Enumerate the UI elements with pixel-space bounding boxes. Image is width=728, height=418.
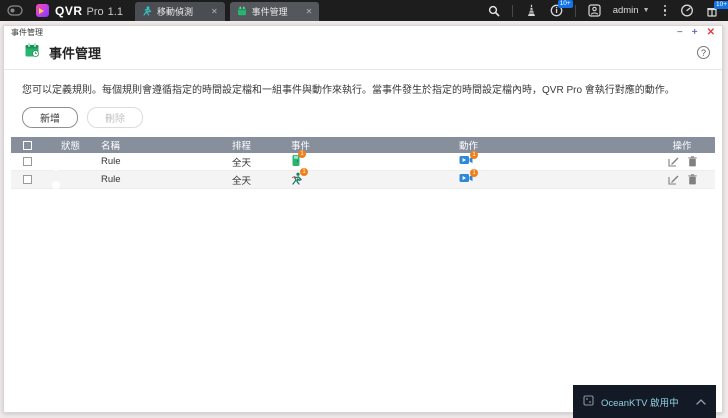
window-title: 事件管理 (11, 28, 43, 37)
motion-event-icon[interactable]: 1 (291, 167, 308, 185)
motion-detection-icon (142, 5, 152, 18)
event-management-window: 事件管理 − + ✕ 事件管理 ? 您可以定義規則。每個規則會遵循指定的時間設定… (3, 25, 723, 413)
backup-station-icon[interactable] (525, 4, 538, 17)
whats-new-badge: 10+ (714, 0, 728, 9)
close-button[interactable]: ✕ (707, 27, 715, 38)
topbar-divider (511, 4, 513, 17)
main-menu-icon[interactable] (7, 5, 23, 16)
column-header-action: 動作 (459, 141, 479, 152)
table-header-row: 狀態 名稱 排程 事件 動作 操作 (11, 137, 715, 153)
event-management-icon (24, 42, 40, 63)
rule-name: Rule (101, 174, 121, 185)
chevron-down-icon: ▼ (642, 7, 650, 14)
resource-monitor-icon[interactable] (680, 4, 694, 17)
rule-schedule: 全天 (232, 157, 252, 169)
event-count-badge: 1 (300, 167, 308, 176)
user-name-label: admin (612, 5, 639, 16)
action-count-badge: 1 (470, 151, 478, 159)
rule-name: Rule (101, 156, 121, 167)
app-tabs: 移動偵測 ✕ 事件管理 ✕ (134, 2, 320, 21)
row-checkbox[interactable] (23, 175, 32, 184)
oceanktv-status-label: OceanKTV 啟用中 (601, 397, 679, 409)
tab-close-icon[interactable]: ✕ (306, 7, 313, 16)
door-event-icon[interactable]: 1 (291, 149, 306, 167)
user-menu[interactable]: admin ▼ (613, 5, 650, 16)
chevron-up-icon[interactable] (696, 398, 706, 405)
column-header-schedule: 排程 (232, 141, 252, 152)
column-header-event: 事件 (291, 141, 311, 152)
delete-icon[interactable] (687, 156, 697, 167)
help-icon[interactable]: ? (697, 46, 710, 59)
tab-motion-detection[interactable]: 移動偵測 ✕ (134, 2, 225, 21)
topbar-divider (574, 4, 576, 17)
edit-icon[interactable] (667, 156, 679, 167)
event-management-icon (237, 6, 247, 18)
user-icon[interactable] (588, 4, 601, 17)
recording-action-icon[interactable]: 1 (459, 169, 478, 183)
header-divider (4, 69, 722, 70)
tab-event-management[interactable]: 事件管理 ✕ (229, 2, 320, 21)
toolbar: 新增 刪除 (22, 107, 722, 128)
page-description: 您可以定義規則。每個規則會遵循指定的時間設定檔和一組事件與動作來執行。當事件發生… (22, 85, 675, 96)
maximize-button[interactable]: + (692, 27, 698, 38)
app-title: QVR Pro 1.1 (55, 4, 123, 18)
recording-action-icon[interactable]: 1 (459, 151, 478, 165)
topbar-right-cluster: 10+ admin ▼ 10+ (488, 0, 728, 17)
add-button[interactable]: 新增 (22, 107, 78, 128)
app-title-product: QVR (55, 3, 83, 18)
rules-table: 狀態 名稱 排程 事件 動作 操作 Rule 全天 1 1 Rule 全天 1 … (11, 137, 715, 189)
topbar: QVR Pro 1.1 移動偵測 ✕ 事件管理 ✕ 10+ admin ▼ 10… (0, 0, 728, 21)
table-row: Rule 全天 1 1 (11, 149, 715, 171)
delete-icon[interactable] (687, 174, 697, 185)
tab-label: 移動偵測 (156, 7, 193, 17)
search-icon[interactable] (488, 5, 500, 17)
whats-new-icon[interactable]: 10+ (706, 0, 728, 17)
table-row: Rule 全天 1 1 (11, 167, 715, 189)
qvr-logo-icon (36, 4, 49, 17)
notifications-badge: 10+ (557, 0, 573, 8)
page-header: 事件管理 ? (4, 39, 722, 69)
oceanktv-app-icon (583, 393, 594, 411)
tab-close-icon[interactable]: ✕ (211, 7, 218, 16)
rule-schedule: 全天 (232, 175, 252, 187)
column-header-operation: 操作 (672, 141, 692, 152)
event-count-badge: 1 (298, 149, 306, 158)
app-title-version: 1.1 (107, 5, 123, 18)
row-checkbox[interactable] (23, 157, 32, 166)
edit-icon[interactable] (667, 174, 679, 185)
page-title: 事件管理 (49, 46, 102, 61)
more-options-icon[interactable] (662, 4, 669, 17)
window-titlebar[interactable]: 事件管理 − + ✕ (4, 26, 722, 39)
minimize-button[interactable]: − (677, 27, 683, 38)
action-count-badge: 1 (470, 169, 478, 177)
window-controls: − + ✕ (677, 27, 715, 38)
column-header-name: 名稱 (101, 141, 121, 152)
tab-label: 事件管理 (251, 7, 288, 17)
select-all-cell (11, 140, 44, 150)
app-title-edition: Pro (86, 5, 104, 18)
select-all-checkbox[interactable] (23, 140, 32, 150)
oceanktv-notification[interactable]: OceanKTV 啟用中 (573, 385, 716, 418)
column-header-status: 狀態 (61, 141, 81, 152)
delete-button[interactable]: 刪除 (87, 107, 143, 128)
notifications-icon[interactable]: 10+ (550, 0, 573, 17)
